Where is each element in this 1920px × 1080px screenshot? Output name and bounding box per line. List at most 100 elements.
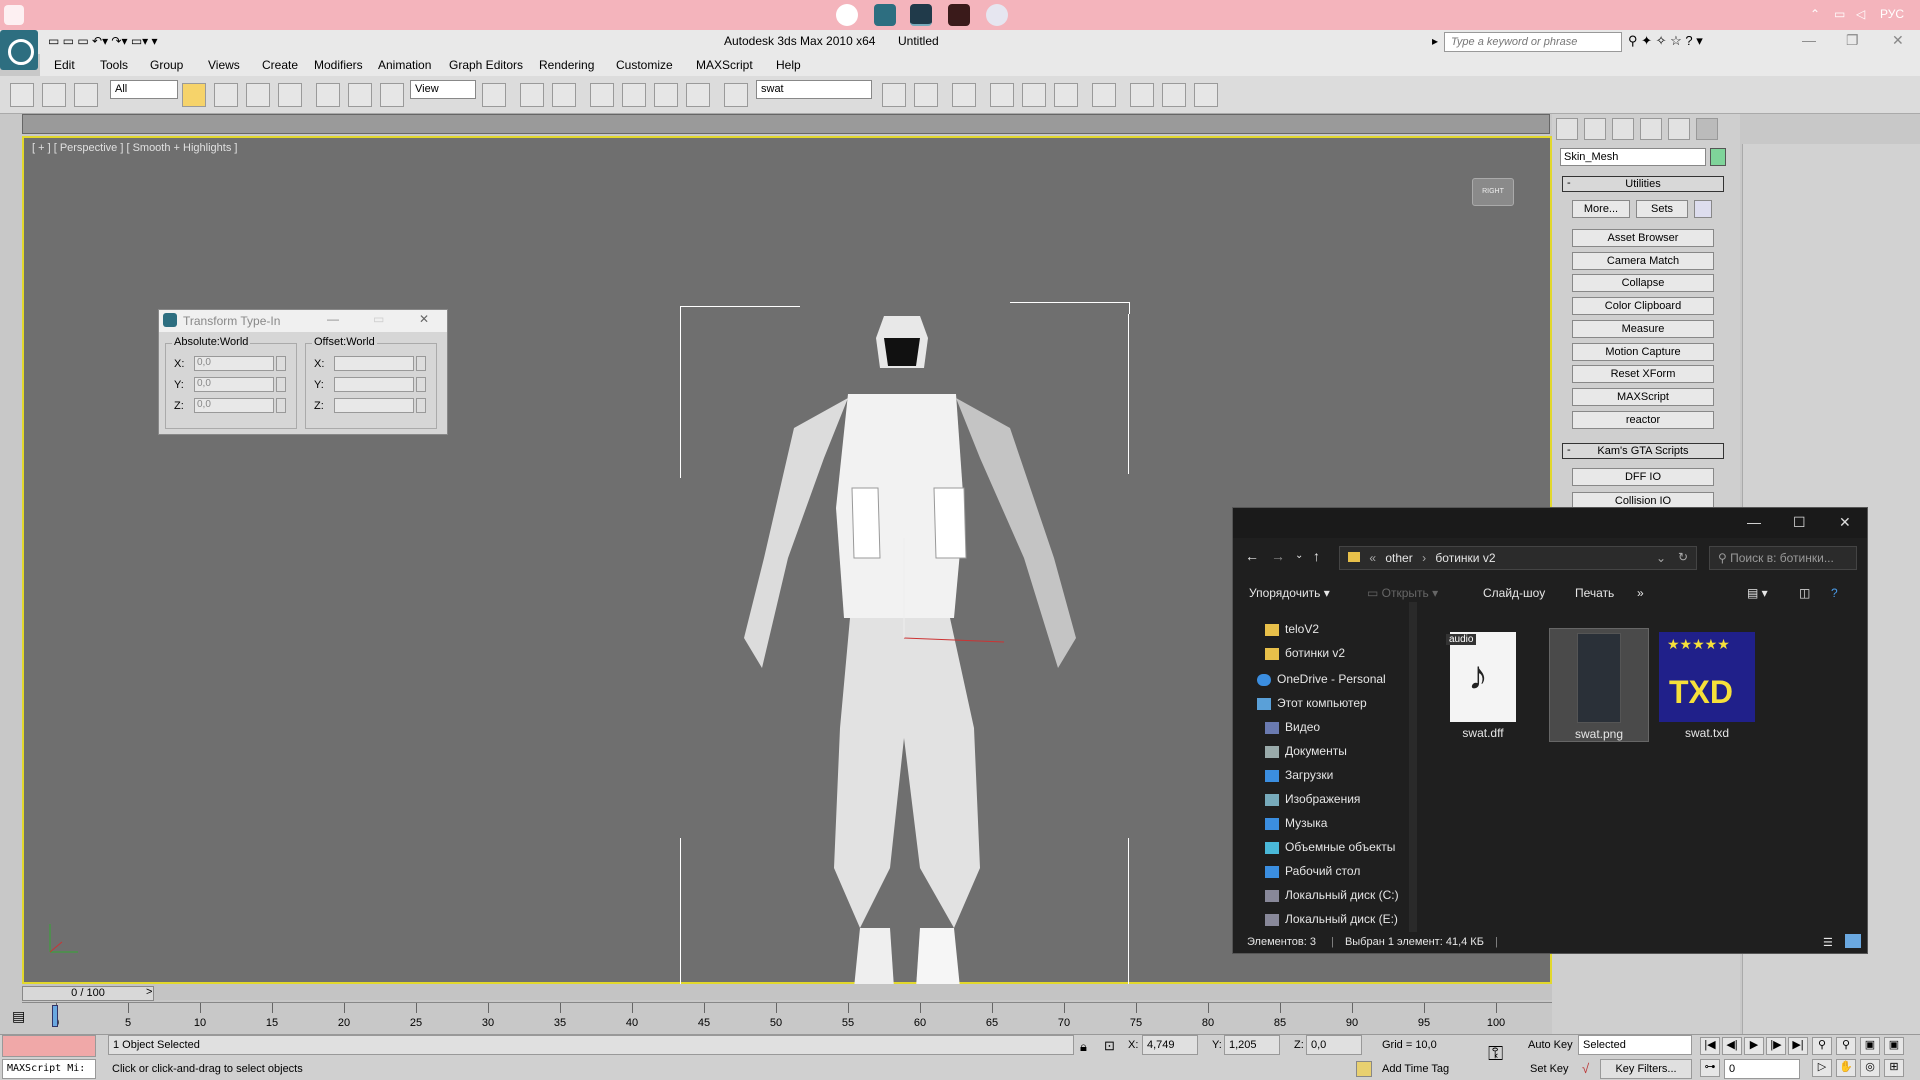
time-slider[interactable]: 0 / 100 — [22, 986, 154, 1001]
dialog-title-bar[interactable]: Transform Type-In — [159, 310, 447, 332]
menu-modifiers[interactable]: Modifiers — [314, 58, 363, 72]
maxscript-listener-mini[interactable] — [2, 1035, 96, 1057]
lock-selection-icon[interactable]: 🔒︎ — [1080, 1039, 1087, 1055]
viewport-label[interactable]: [ + ] [ Perspective ] [ Smooth + Highlig… — [32, 142, 237, 154]
quick-access-toolbar[interactable]: ▭ ▭ ▭ ↶▾ ↷▾ ▭▾ ▾ — [48, 34, 158, 48]
material-editor-icon[interactable] — [1054, 83, 1078, 107]
slideshow-button[interactable]: Слайд-шоу — [1483, 586, 1545, 600]
camera-match-button[interactable]: Camera Match — [1572, 252, 1714, 270]
display-tab-icon[interactable] — [1668, 118, 1690, 140]
key-tangent-icon[interactable]: √ — [1582, 1061, 1589, 1076]
select-object-icon[interactable] — [182, 83, 206, 107]
angle-snap-icon[interactable] — [622, 83, 646, 107]
orbit-icon[interactable]: ◎ — [1860, 1059, 1880, 1077]
pan-icon[interactable]: ✋ — [1836, 1059, 1856, 1077]
file-item-selected[interactable]: swat.png — [1549, 628, 1649, 742]
hierarchy-tab-icon[interactable] — [1612, 118, 1634, 140]
reset-xform-button[interactable]: Reset XForm — [1572, 365, 1714, 383]
select-manipulate-icon[interactable] — [520, 83, 544, 107]
time-slider-track[interactable] — [22, 984, 1552, 1000]
recent-chevron-icon[interactable]: ⌄ — [1295, 550, 1303, 561]
maximize-viewport-icon[interactable]: ⊞ — [1884, 1059, 1904, 1077]
motion-capture-button[interactable]: Motion Capture — [1572, 343, 1714, 361]
dialog-close-icon[interactable]: ✕ — [419, 312, 429, 326]
help-search-input[interactable]: Type a keyword or phrase — [1444, 32, 1622, 52]
organize-button[interactable]: Упорядочить ▾ — [1249, 586, 1330, 600]
nav-item[interactable]: Рабочий стол — [1265, 864, 1360, 878]
transform-gizmo[interactable] — [884, 538, 1024, 648]
offset-x-field[interactable] — [334, 356, 414, 371]
dff-io-button[interactable]: DFF IO — [1572, 468, 1714, 486]
zoom-extents-icon[interactable]: ▣ — [1860, 1037, 1880, 1055]
nav-item[interactable]: Документы — [1265, 744, 1347, 758]
measure-button[interactable]: Measure — [1572, 320, 1714, 338]
breadcrumb-current[interactable]: ботинки v2 — [1435, 551, 1495, 565]
absolute-z-field[interactable]: 0,0 — [194, 398, 274, 413]
forward-arrow-icon[interactable]: → — [1271, 548, 1285, 564]
zoom-all-icon[interactable]: ⚲ — [1836, 1037, 1856, 1055]
viewcube[interactable]: RIGHT — [1472, 178, 1514, 206]
motion-tab-icon[interactable] — [1640, 118, 1662, 140]
absolute-y-field[interactable]: 0,0 — [194, 377, 274, 392]
spinner[interactable] — [276, 398, 286, 413]
nav-item[interactable]: Видео — [1265, 720, 1320, 734]
create-tab-icon[interactable] — [1556, 118, 1578, 140]
print-button[interactable]: Печать — [1575, 586, 1614, 600]
maxscript-mini-input[interactable]: MAXScript Mi: — [2, 1059, 96, 1079]
utilities-rollout[interactable]: - Utilities — [1562, 176, 1724, 192]
go-to-end-icon[interactable]: ▶| — [1788, 1037, 1808, 1055]
large-icons-view-icon[interactable] — [1845, 934, 1861, 948]
sets-button[interactable]: Sets — [1636, 200, 1688, 218]
scale-icon[interactable] — [380, 83, 404, 107]
timeline[interactable]: 0510152025303540455055606570758085909510… — [22, 1002, 1552, 1030]
spinner[interactable] — [416, 398, 426, 413]
zoom-extents-all-icon[interactable]: ▣ — [1884, 1037, 1904, 1055]
file-item[interactable]: ★★★★★ TXD swat.txd — [1657, 632, 1757, 742]
explorer-search-input[interactable]: ⚲ Поиск в: ботинки... — [1709, 546, 1857, 570]
y-coordinate-field[interactable]: 1,205 — [1224, 1035, 1280, 1055]
back-arrow-icon[interactable]: ← — [1245, 548, 1259, 564]
absolute-mode-icon[interactable]: ⊡ — [1104, 1038, 1115, 1054]
app-taskbar-icon-2[interactable] — [986, 4, 1008, 26]
preview-pane-icon[interactable]: ◫ — [1799, 586, 1810, 600]
rendered-frame-icon[interactable] — [1130, 83, 1154, 107]
rotate-icon[interactable] — [348, 83, 372, 107]
render-iterative-icon[interactable] — [1194, 83, 1218, 107]
previous-frame-icon[interactable]: ◀| — [1722, 1037, 1742, 1055]
volume-icon[interactable]: ◁ — [1856, 7, 1865, 21]
absolute-x-field[interactable]: 0,0 — [194, 356, 274, 371]
viewport-ruler[interactable] — [22, 114, 1550, 134]
render-production-icon[interactable] — [1162, 83, 1186, 107]
window-crossing-icon[interactable] — [278, 83, 302, 107]
up-arrow-icon[interactable]: ↑ — [1313, 548, 1320, 564]
schematic-view-icon[interactable] — [1022, 83, 1046, 107]
open-track-view-icon[interactable]: ▤ — [12, 1008, 25, 1025]
spinner[interactable] — [276, 356, 286, 371]
app-logo-icon[interactable] — [0, 30, 38, 70]
3dsmax-taskbar-icon[interactable] — [874, 4, 896, 26]
configure-sets-icon[interactable] — [1694, 200, 1712, 218]
z-coordinate-field[interactable]: 0,0 — [1306, 1035, 1362, 1055]
offset-z-field[interactable] — [334, 398, 414, 413]
explorer-taskbar-icon[interactable] — [910, 4, 932, 26]
field-of-view-icon[interactable]: ▷ — [1812, 1059, 1832, 1077]
app-taskbar-icon[interactable] — [948, 4, 970, 26]
menu-graph-editors[interactable]: Graph Editors — [449, 58, 523, 72]
offset-y-field[interactable] — [334, 377, 414, 392]
minimize-icon[interactable]: — — [1802, 32, 1816, 48]
explorer-close-icon[interactable]: ✕ — [1839, 514, 1851, 531]
tray-chevron-icon[interactable]: ⌃ — [1810, 7, 1820, 21]
add-time-tag[interactable]: Add Time Tag — [1382, 1063, 1449, 1075]
nav-item[interactable]: OneDrive - Personal — [1257, 672, 1386, 686]
nav-item[interactable]: Локальный диск (C:) — [1265, 888, 1399, 902]
next-frame-icon[interactable]: > — [146, 986, 152, 998]
chrome-icon[interactable] — [836, 4, 858, 26]
menu-rendering[interactable]: Rendering — [539, 58, 594, 72]
modify-tab-icon[interactable] — [1584, 118, 1606, 140]
object-name-field[interactable]: Skin_Mesh — [1560, 148, 1706, 166]
menu-customize[interactable]: Customize — [616, 58, 673, 72]
help-icon[interactable]: ? — [1831, 586, 1838, 600]
reactor-button[interactable]: reactor — [1572, 411, 1714, 429]
select-by-name-icon[interactable] — [214, 83, 238, 107]
view-options-icon[interactable]: ▤ ▾ — [1747, 586, 1768, 600]
